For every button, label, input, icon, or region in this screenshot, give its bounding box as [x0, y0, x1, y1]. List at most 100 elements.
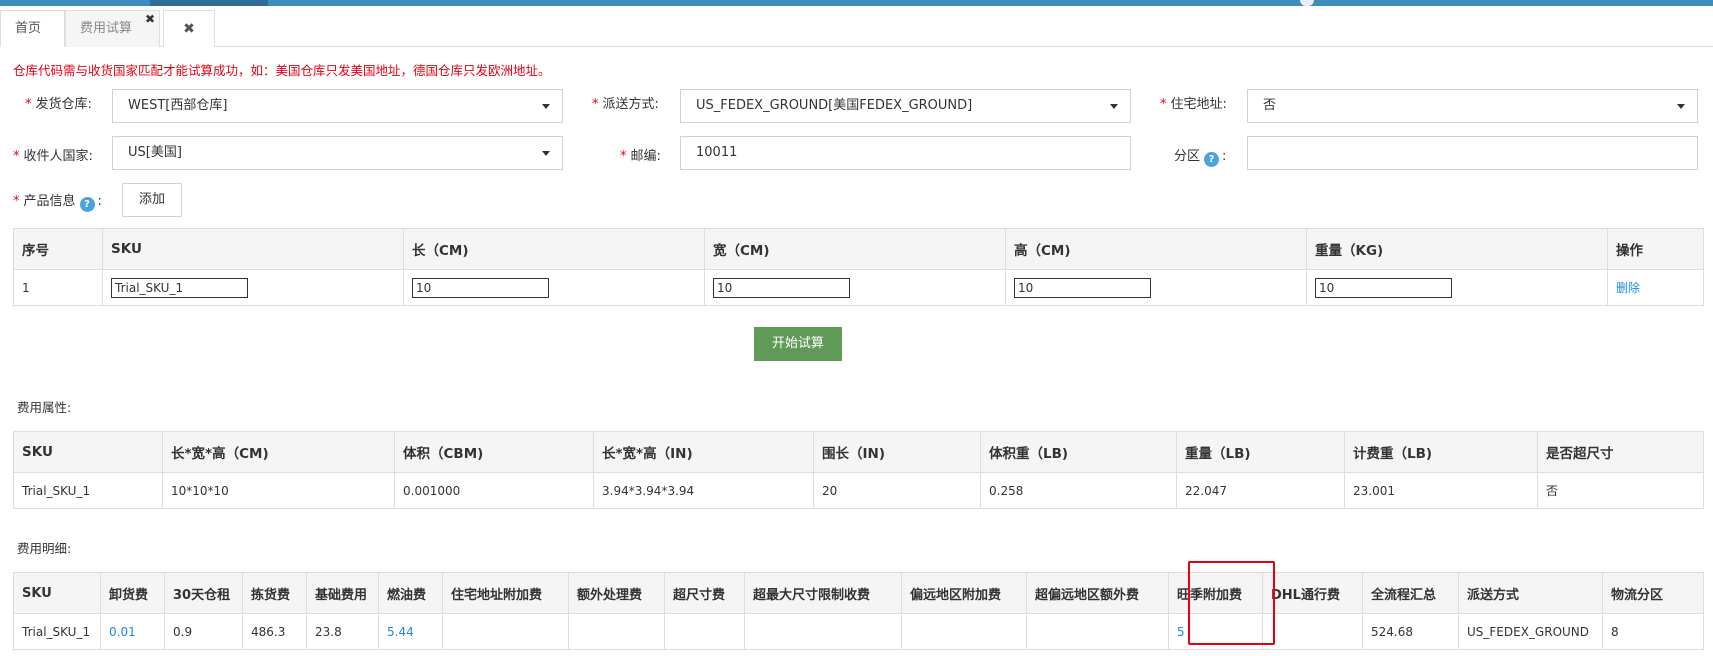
column-header: 是否超尺寸 [1537, 431, 1704, 473]
user-avatar-edge[interactable] [1300, 0, 1314, 6]
table-cell: 否 [1537, 472, 1704, 509]
chevron-down-icon [1677, 104, 1685, 109]
product-info-label: * 产品信息?: [13, 194, 102, 212]
row-index: 1 [13, 269, 103, 306]
column-header: 长*宽*高（CM) [162, 431, 395, 473]
zip-input[interactable]: 10011 [680, 136, 1131, 170]
tab-home-label: 首页 [15, 21, 42, 36]
fee-details-table: SKU 卸货费 30天仓租 拣货费 基础费用 燃油费 住宅地址附加费 额外处理费… [13, 572, 1704, 650]
table-row: Trial_SKU_1 0.01 0.9 486.3 23.8 5.44 5 5… [13, 613, 1704, 650]
column-header: DHL通行费 [1262, 572, 1363, 614]
width-input[interactable] [713, 277, 850, 298]
country-select[interactable]: US[美国] [112, 136, 563, 170]
fee-details-title: 费用明细: [17, 541, 72, 556]
table-header-row: SKU 长*宽*高（CM) 体积（CBM) 长*宽*高（IN) 围长（IN) 体… [13, 431, 1704, 473]
table-cell: 3.94*3.94*3.94 [593, 472, 814, 509]
column-header: 高（CM) [1005, 228, 1307, 270]
add-product-button[interactable]: 添加 [122, 183, 182, 217]
shipping-method-value: US_FEDEX_GROUND[美国FEDEX_GROUND] [696, 98, 973, 113]
table-cell: 0.001000 [394, 472, 594, 509]
column-header: 派送方式 [1458, 572, 1603, 614]
table-cell: 8 [1602, 613, 1704, 650]
top-header-active-segment [150, 0, 268, 6]
table-header-row: 序号 SKU 长（CM) 宽（CM) 高（CM) 重量（KG) 操作 [13, 228, 1704, 270]
table-cell [1026, 613, 1169, 650]
column-header: 卸货费 [100, 572, 165, 614]
table-cell [1262, 613, 1363, 650]
peak-season-highlight-box [1188, 561, 1275, 645]
column-header: 体积（CBM) [394, 431, 594, 473]
peak-season-fee-link[interactable]: 5 [1177, 625, 1185, 639]
table-cell: 0.258 [980, 472, 1177, 509]
tab-home[interactable]: 首页 [0, 10, 65, 47]
top-header-bar [0, 0, 1713, 6]
unloading-fee-link[interactable]: 0.01 [109, 625, 136, 639]
fuel-fee-link[interactable]: 5.44 [387, 625, 414, 639]
table-cell: Trial_SKU_1 [13, 472, 163, 509]
country-label: * 收件人国家: [13, 149, 93, 164]
residential-select[interactable]: 否 [1247, 89, 1698, 123]
tab-close-icon[interactable]: ✖ [145, 1, 155, 37]
fee-attributes-table: SKU 长*宽*高（CM) 体积（CBM) 长*宽*高（IN) 围长（IN) 体… [13, 431, 1704, 509]
table-cell [568, 613, 665, 650]
column-header: 拣货费 [242, 572, 307, 614]
zip-value: 10011 [696, 145, 738, 160]
column-header: 物流分区 [1602, 572, 1704, 614]
column-header: 围长（IN) [813, 431, 981, 473]
column-header: 长*宽*高（IN) [593, 431, 814, 473]
warehouse-label: * 发货仓库: [25, 97, 92, 112]
table-cell: 10*10*10 [162, 472, 395, 509]
column-header: 操作 [1607, 228, 1704, 270]
table-cell: Trial_SKU_1 [13, 613, 101, 650]
residential-label: * 住宅地址: [1160, 97, 1227, 112]
start-calculation-button[interactable]: 开始试算 [754, 327, 842, 361]
column-header: 宽（CM) [704, 228, 1006, 270]
tab-bar: 首页 费用试算 ✖ ✖ [0, 10, 1713, 47]
column-header: 住宅地址附加费 [442, 572, 569, 614]
shipping-method-select[interactable]: US_FEDEX_GROUND[美国FEDEX_GROUND] [680, 89, 1131, 123]
table-header-row: SKU 卸货费 30天仓租 拣货费 基础费用 燃油费 住宅地址附加费 额外处理费… [13, 572, 1704, 614]
chevron-down-icon [542, 151, 550, 156]
warehouse-notice: 仓库代码需与收货国家匹配才能试算成功，如：美国仓库只发美国地址，德国仓库只发欧洲… [13, 63, 551, 78]
table-cell: 22.047 [1176, 472, 1345, 509]
warehouse-value: WEST[西部仓库] [128, 98, 228, 113]
table-cell [901, 613, 1027, 650]
zone-label: 分区?: [1174, 149, 1227, 167]
zone-input[interactable] [1247, 136, 1698, 170]
tab-fee-trial[interactable]: 费用试算 ✖ [65, 10, 160, 47]
warehouse-select[interactable]: WEST[西部仓库] [112, 89, 563, 123]
table-cell: 23.001 [1344, 472, 1538, 509]
table-row: Trial_SKU_1 10*10*10 0.001000 3.94*3.94*… [13, 472, 1704, 509]
help-icon[interactable]: ? [79, 197, 95, 212]
table-cell [442, 613, 569, 650]
help-icon[interactable]: ? [1204, 152, 1220, 167]
delete-row-link[interactable]: 删除 [1616, 281, 1640, 295]
table-cell: 0.9 [164, 613, 243, 650]
column-header: 序号 [13, 228, 103, 270]
column-header: 燃油费 [378, 572, 443, 614]
column-header: SKU [102, 228, 404, 270]
chevron-down-icon [542, 104, 550, 109]
fee-attributes-title: 费用属性: [17, 400, 72, 415]
country-value: US[美国] [128, 145, 182, 160]
tab-fee-trial-label: 费用试算 [80, 21, 133, 36]
weight-input[interactable] [1315, 277, 1452, 298]
table-cell: US_FEDEX_GROUND [1458, 613, 1603, 650]
residential-value: 否 [1263, 98, 1277, 113]
column-header: 重量（LB) [1176, 431, 1345, 473]
column-header: 额外处理费 [568, 572, 665, 614]
close-all-tabs-icon[interactable]: ✖ [163, 10, 215, 47]
length-input[interactable] [412, 277, 549, 298]
column-header: 超最大尺寸限制收费 [744, 572, 902, 614]
column-header: 长（CM) [403, 228, 705, 270]
column-header: 30天仓租 [164, 572, 243, 614]
sku-input[interactable] [111, 277, 248, 298]
column-header: 基础费用 [306, 572, 379, 614]
table-cell: 20 [813, 472, 981, 509]
chevron-down-icon [1110, 104, 1118, 109]
table-cell: 524.68 [1362, 613, 1459, 650]
height-input[interactable] [1014, 277, 1151, 298]
column-header: 全流程汇总 [1362, 572, 1459, 614]
column-header: 偏远地区附加费 [901, 572, 1027, 614]
column-header: 超尺寸费 [664, 572, 745, 614]
